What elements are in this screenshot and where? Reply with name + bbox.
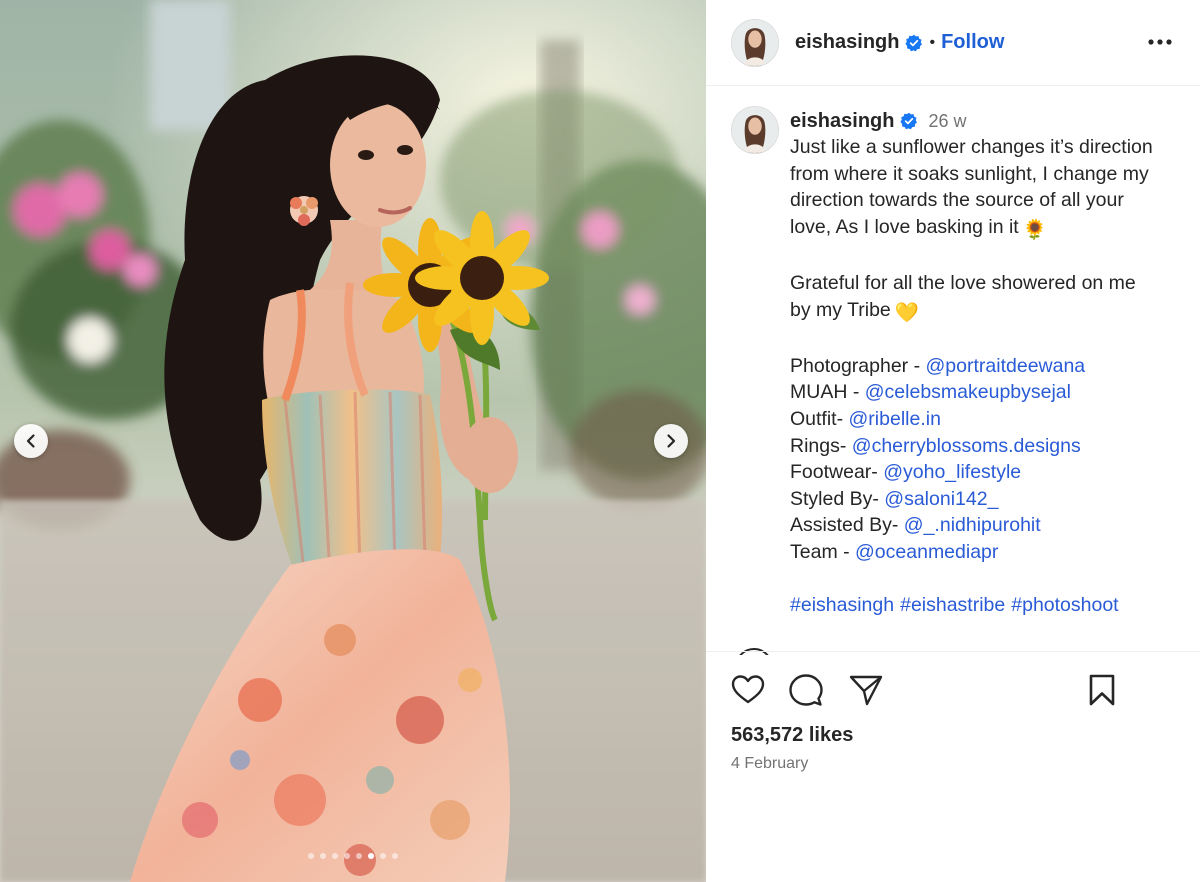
credit-label: Footwear- [790, 461, 884, 484]
mention-link[interactable]: @_.nidhipurohit [904, 514, 1041, 536]
comment-icon [789, 674, 823, 706]
more-options-icon[interactable] [1146, 30, 1174, 54]
chevron-left-icon [26, 434, 35, 448]
post-actions: 563,572 likes 4 February [706, 651, 1200, 882]
caption-line: love, As I love basking in it 🌻 [790, 214, 1190, 244]
carousel-dot [332, 853, 338, 859]
separator-dot: • [929, 33, 936, 51]
hashtag-link[interactable]: #eishastribe [900, 594, 1005, 616]
mention-link[interactable]: @celebsmakeupbysejal [865, 381, 1071, 403]
caption-line-text: love, As I love basking in it [790, 215, 1019, 238]
credit-line: Footwear- @yoho_lifestyle [790, 459, 1190, 486]
credit-line: Photographer - @portraitdeewana [790, 353, 1190, 380]
bookmark-icon [1089, 674, 1115, 706]
carousel-next-button[interactable] [654, 424, 688, 458]
carousel-dot [392, 853, 398, 859]
carousel-dot [320, 853, 326, 859]
hashtag-line: #eishasingh #eishastribe #photoshoot [790, 592, 1190, 619]
caption-line: direction towards the source of all your [790, 189, 1124, 212]
profile-photo [732, 107, 778, 153]
caption-header: eishasingh 26 w [790, 108, 1190, 134]
caption-line: by my Tribe 💛 [790, 297, 1190, 327]
credit-label: Outfit- [790, 407, 849, 430]
credit-label: MUAH - [790, 381, 865, 404]
carousel-dot [356, 853, 362, 859]
caption-line: from where it soaks sunlight, I change m… [790, 162, 1149, 185]
heart-icon [731, 675, 765, 704]
carousel-prev-button[interactable] [14, 424, 48, 458]
mention-link[interactable]: @oceanmediapr [855, 541, 998, 563]
verified-badge-icon [900, 112, 918, 130]
caption-body: eishasingh 26 w Just like a sunflower ch… [790, 108, 1190, 619]
credit-line: Outfit- @ribelle.in [790, 406, 1190, 433]
like-button[interactable] [730, 672, 766, 708]
username[interactable]: eishasingh [795, 31, 899, 54]
caption-section[interactable]: eishasingh 26 w Just like a sunflower ch… [706, 86, 1200, 650]
mention-link[interactable]: @saloni142_ [884, 488, 998, 510]
chevron-right-icon [667, 434, 676, 448]
yellow-heart-emoji: 💛 [894, 301, 920, 324]
credit-line: Rings- @cherryblossoms.designs [790, 433, 1190, 460]
credit-line: Assisted By- @_.nidhipurohit [790, 512, 1190, 539]
post-date[interactable]: 4 February [731, 755, 808, 773]
profile-photo [732, 19, 778, 66]
credit-label: Styled By- [790, 487, 885, 510]
mention-link[interactable]: @portraitdeewana [926, 355, 1086, 377]
credit-label: Assisted By- [790, 514, 904, 537]
credit-line: Styled By- @saloni142_ [790, 486, 1190, 513]
credit-label: Photographer - [790, 354, 926, 377]
save-button[interactable] [1084, 672, 1120, 708]
post-media[interactable] [0, 0, 706, 882]
caption-line: Grateful for all the love showered on me [790, 271, 1136, 294]
mention-link[interactable]: @ribelle.in [849, 408, 941, 430]
mention-link[interactable]: @cherryblossoms.designs [852, 435, 1081, 457]
caption-avatar[interactable] [731, 106, 779, 154]
caption-line: Just like a sunflower changes it’s direc… [790, 136, 1153, 158]
post-panel: eishasingh • Follow eishasingh 26 w Just… [706, 0, 1200, 882]
hashtag-link[interactable]: #eishasingh [790, 594, 894, 616]
carousel-dot [368, 853, 374, 859]
carousel-dot [344, 853, 350, 859]
verified-badge-icon [905, 34, 923, 51]
avatar[interactable] [731, 18, 779, 67]
carousel-dot [308, 853, 314, 859]
follow-button[interactable]: Follow [941, 31, 1004, 54]
paper-plane-icon [849, 675, 883, 706]
credit-line: MUAH - @celebsmakeupbysejal [790, 379, 1190, 406]
caption-line-text: by my Tribe [790, 298, 891, 321]
carousel-indicator [0, 853, 706, 859]
comment-button[interactable] [788, 672, 824, 708]
likes-count[interactable]: 563,572 likes [731, 724, 853, 747]
credit-line: Team - @oceanmediapr [790, 539, 1190, 566]
credit-label: Team - [790, 540, 856, 563]
hashtag-link[interactable]: #photoshoot [1011, 594, 1118, 616]
share-button[interactable] [848, 672, 884, 708]
post-photo [0, 0, 706, 882]
post-time-ago[interactable]: 26 w [928, 108, 966, 135]
sunflower-emoji: 🌻 [1022, 218, 1047, 241]
credit-label: Rings- [790, 434, 852, 457]
caption-username[interactable]: eishasingh [790, 108, 894, 135]
credits-list: Photographer - @portraitdeewana MUAH - @c… [790, 353, 1190, 566]
post-header: eishasingh • Follow [706, 0, 1200, 86]
mention-link[interactable]: @yoho_lifestyle [883, 461, 1021, 483]
carousel-dot [380, 853, 386, 859]
